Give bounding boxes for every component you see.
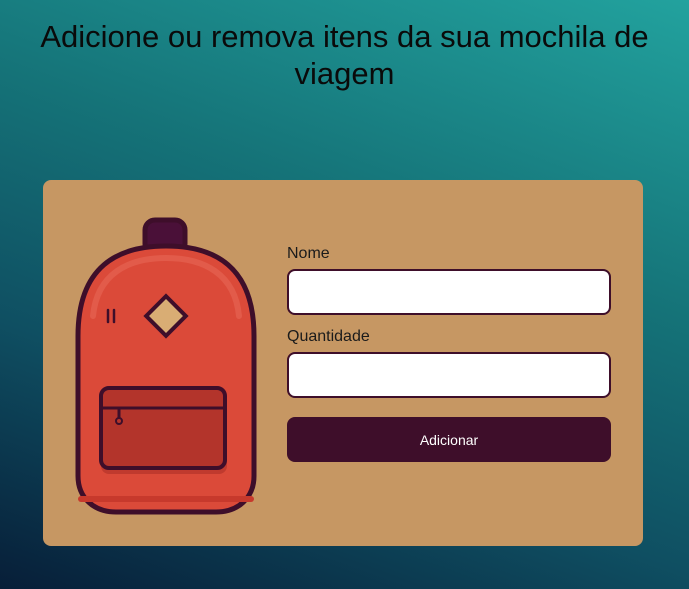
backpack-form-card: Nome Quantidade Adicionar [43, 180, 643, 546]
name-input[interactable] [287, 269, 611, 315]
add-item-button[interactable]: Adicionar [287, 417, 611, 462]
name-label: Nome [287, 245, 330, 262]
backpack-icon [75, 217, 257, 515]
page-title: Adicione ou remova itens da sua mochila … [40, 19, 649, 91]
add-item-form: Nome Quantidade Adicionar [287, 244, 611, 462]
quantity-label: Quantidade [287, 328, 370, 345]
quantity-input[interactable] [287, 352, 611, 398]
